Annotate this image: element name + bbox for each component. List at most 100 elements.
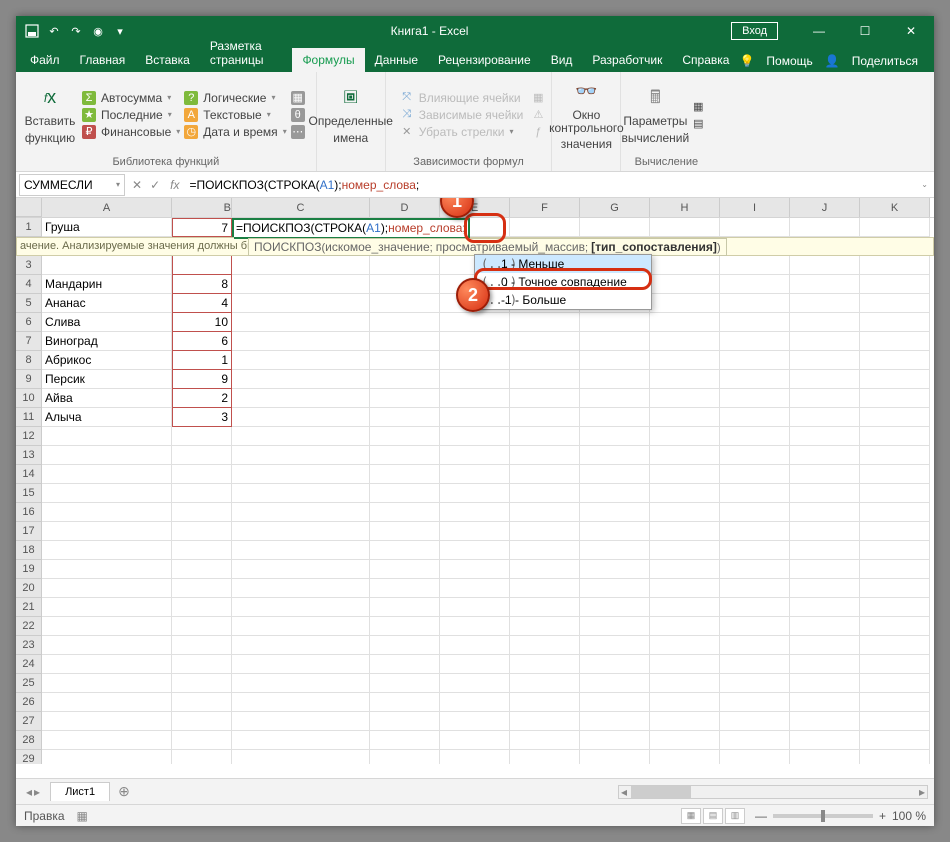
row-header[interactable]: 29 <box>16 750 42 764</box>
normal-view-button[interactable]: ▦ <box>681 808 701 824</box>
cell[interactable]: 7 <box>172 218 232 237</box>
calc-now-button[interactable]: ▦ <box>691 99 705 113</box>
cell[interactable] <box>42 427 172 446</box>
function-category-button[interactable]: ⋯ <box>291 125 310 139</box>
function-category-button[interactable]: AТекстовые ▾ <box>184 108 286 122</box>
cell[interactable] <box>860 750 930 764</box>
cell[interactable] <box>440 446 510 465</box>
sheet-nav-next-icon[interactable]: ▸ <box>34 785 40 799</box>
cell[interactable] <box>440 370 510 389</box>
select-all-corner[interactable] <box>16 198 42 217</box>
row-header[interactable]: 15 <box>16 484 42 503</box>
cell[interactable] <box>232 655 370 674</box>
cell[interactable] <box>720 389 790 408</box>
cell[interactable]: 10 <box>172 313 232 332</box>
cell[interactable] <box>860 674 930 693</box>
function-category-button[interactable]: ▦ <box>291 91 310 105</box>
page-break-view-button[interactable]: ▥ <box>725 808 745 824</box>
tab-insert[interactable]: Вставка <box>135 48 200 72</box>
cell[interactable] <box>370 370 440 389</box>
cell[interactable]: Мандарин <box>42 275 172 294</box>
cell[interactable] <box>510 351 580 370</box>
row-header[interactable]: 10 <box>16 389 42 408</box>
cell[interactable]: Груша <box>42 218 172 237</box>
cell[interactable] <box>440 541 510 560</box>
cell[interactable] <box>232 731 370 750</box>
cell[interactable] <box>370 750 440 764</box>
cell[interactable] <box>860 617 930 636</box>
cell[interactable] <box>790 332 860 351</box>
zoom-out-button[interactable]: — <box>755 809 767 823</box>
cell[interactable] <box>720 617 790 636</box>
cell[interactable] <box>172 655 232 674</box>
zoom-thumb[interactable] <box>821 810 825 822</box>
cell[interactable] <box>580 674 650 693</box>
cell[interactable] <box>172 427 232 446</box>
redo-icon[interactable]: ↷ <box>68 23 84 39</box>
row-header[interactable]: 19 <box>16 560 42 579</box>
cell[interactable] <box>232 750 370 764</box>
cell[interactable] <box>370 313 440 332</box>
function-category-button[interactable]: θ <box>291 108 310 122</box>
function-category-button[interactable]: ₽Финансовые ▾ <box>82 125 180 139</box>
cell[interactable] <box>720 294 790 313</box>
cell[interactable]: Айва <box>42 389 172 408</box>
camera-icon[interactable]: ◉ <box>90 23 106 39</box>
cell[interactable] <box>370 484 440 503</box>
cell[interactable] <box>860 408 930 427</box>
cell[interactable] <box>440 313 510 332</box>
cell[interactable] <box>790 218 860 237</box>
cell[interactable] <box>172 674 232 693</box>
function-category-button[interactable]: ?Логические ▾ <box>184 91 286 105</box>
function-category-button[interactable]: ◷Дата и время ▾ <box>184 125 286 139</box>
cell[interactable] <box>720 541 790 560</box>
cell[interactable] <box>790 750 860 764</box>
cell[interactable] <box>580 598 650 617</box>
row-header[interactable]: 7 <box>16 332 42 351</box>
calc-sheet-button[interactable]: ▤ <box>691 116 705 130</box>
cell[interactable] <box>42 256 172 275</box>
cell[interactable] <box>790 636 860 655</box>
cell[interactable] <box>440 693 510 712</box>
cell[interactable] <box>720 750 790 764</box>
cell[interactable] <box>650 484 720 503</box>
cell[interactable] <box>510 731 580 750</box>
cell[interactable] <box>860 446 930 465</box>
cell[interactable] <box>510 427 580 446</box>
cell[interactable] <box>42 655 172 674</box>
cell[interactable] <box>232 712 370 731</box>
cell[interactable]: Слива <box>42 313 172 332</box>
cell[interactable] <box>720 522 790 541</box>
cell[interactable] <box>860 294 930 313</box>
cell[interactable] <box>172 560 232 579</box>
cell[interactable] <box>650 332 720 351</box>
login-button[interactable]: Вход <box>731 22 778 40</box>
cell[interactable] <box>790 446 860 465</box>
cell[interactable] <box>650 503 720 522</box>
cell[interactable] <box>650 446 720 465</box>
cell[interactable] <box>370 256 440 275</box>
cell[interactable] <box>720 693 790 712</box>
share-button[interactable]: Поделиться <box>846 50 924 72</box>
tab-home[interactable]: Главная <box>70 48 136 72</box>
insert-function-button[interactable]: fx Вставить функцию <box>22 84 78 144</box>
row-header[interactable]: 20 <box>16 579 42 598</box>
cell[interactable] <box>790 522 860 541</box>
cell[interactable] <box>860 560 930 579</box>
match-type-dropdown[interactable]: (...)1 - Меньше (...)0 - Точное совпаден… <box>474 254 652 310</box>
cell[interactable] <box>720 218 790 237</box>
cell[interactable] <box>580 693 650 712</box>
cell[interactable] <box>580 617 650 636</box>
cell[interactable] <box>172 256 232 275</box>
cell[interactable] <box>580 712 650 731</box>
cell[interactable] <box>580 332 650 351</box>
cell[interactable] <box>860 503 930 522</box>
cell[interactable] <box>42 579 172 598</box>
row-header[interactable]: 1 <box>16 218 42 237</box>
col-header[interactable]: F <box>510 198 580 217</box>
cell[interactable] <box>510 465 580 484</box>
cell[interactable] <box>42 541 172 560</box>
cell[interactable] <box>790 655 860 674</box>
row-header[interactable]: 9 <box>16 370 42 389</box>
row-header[interactable]: 22 <box>16 617 42 636</box>
